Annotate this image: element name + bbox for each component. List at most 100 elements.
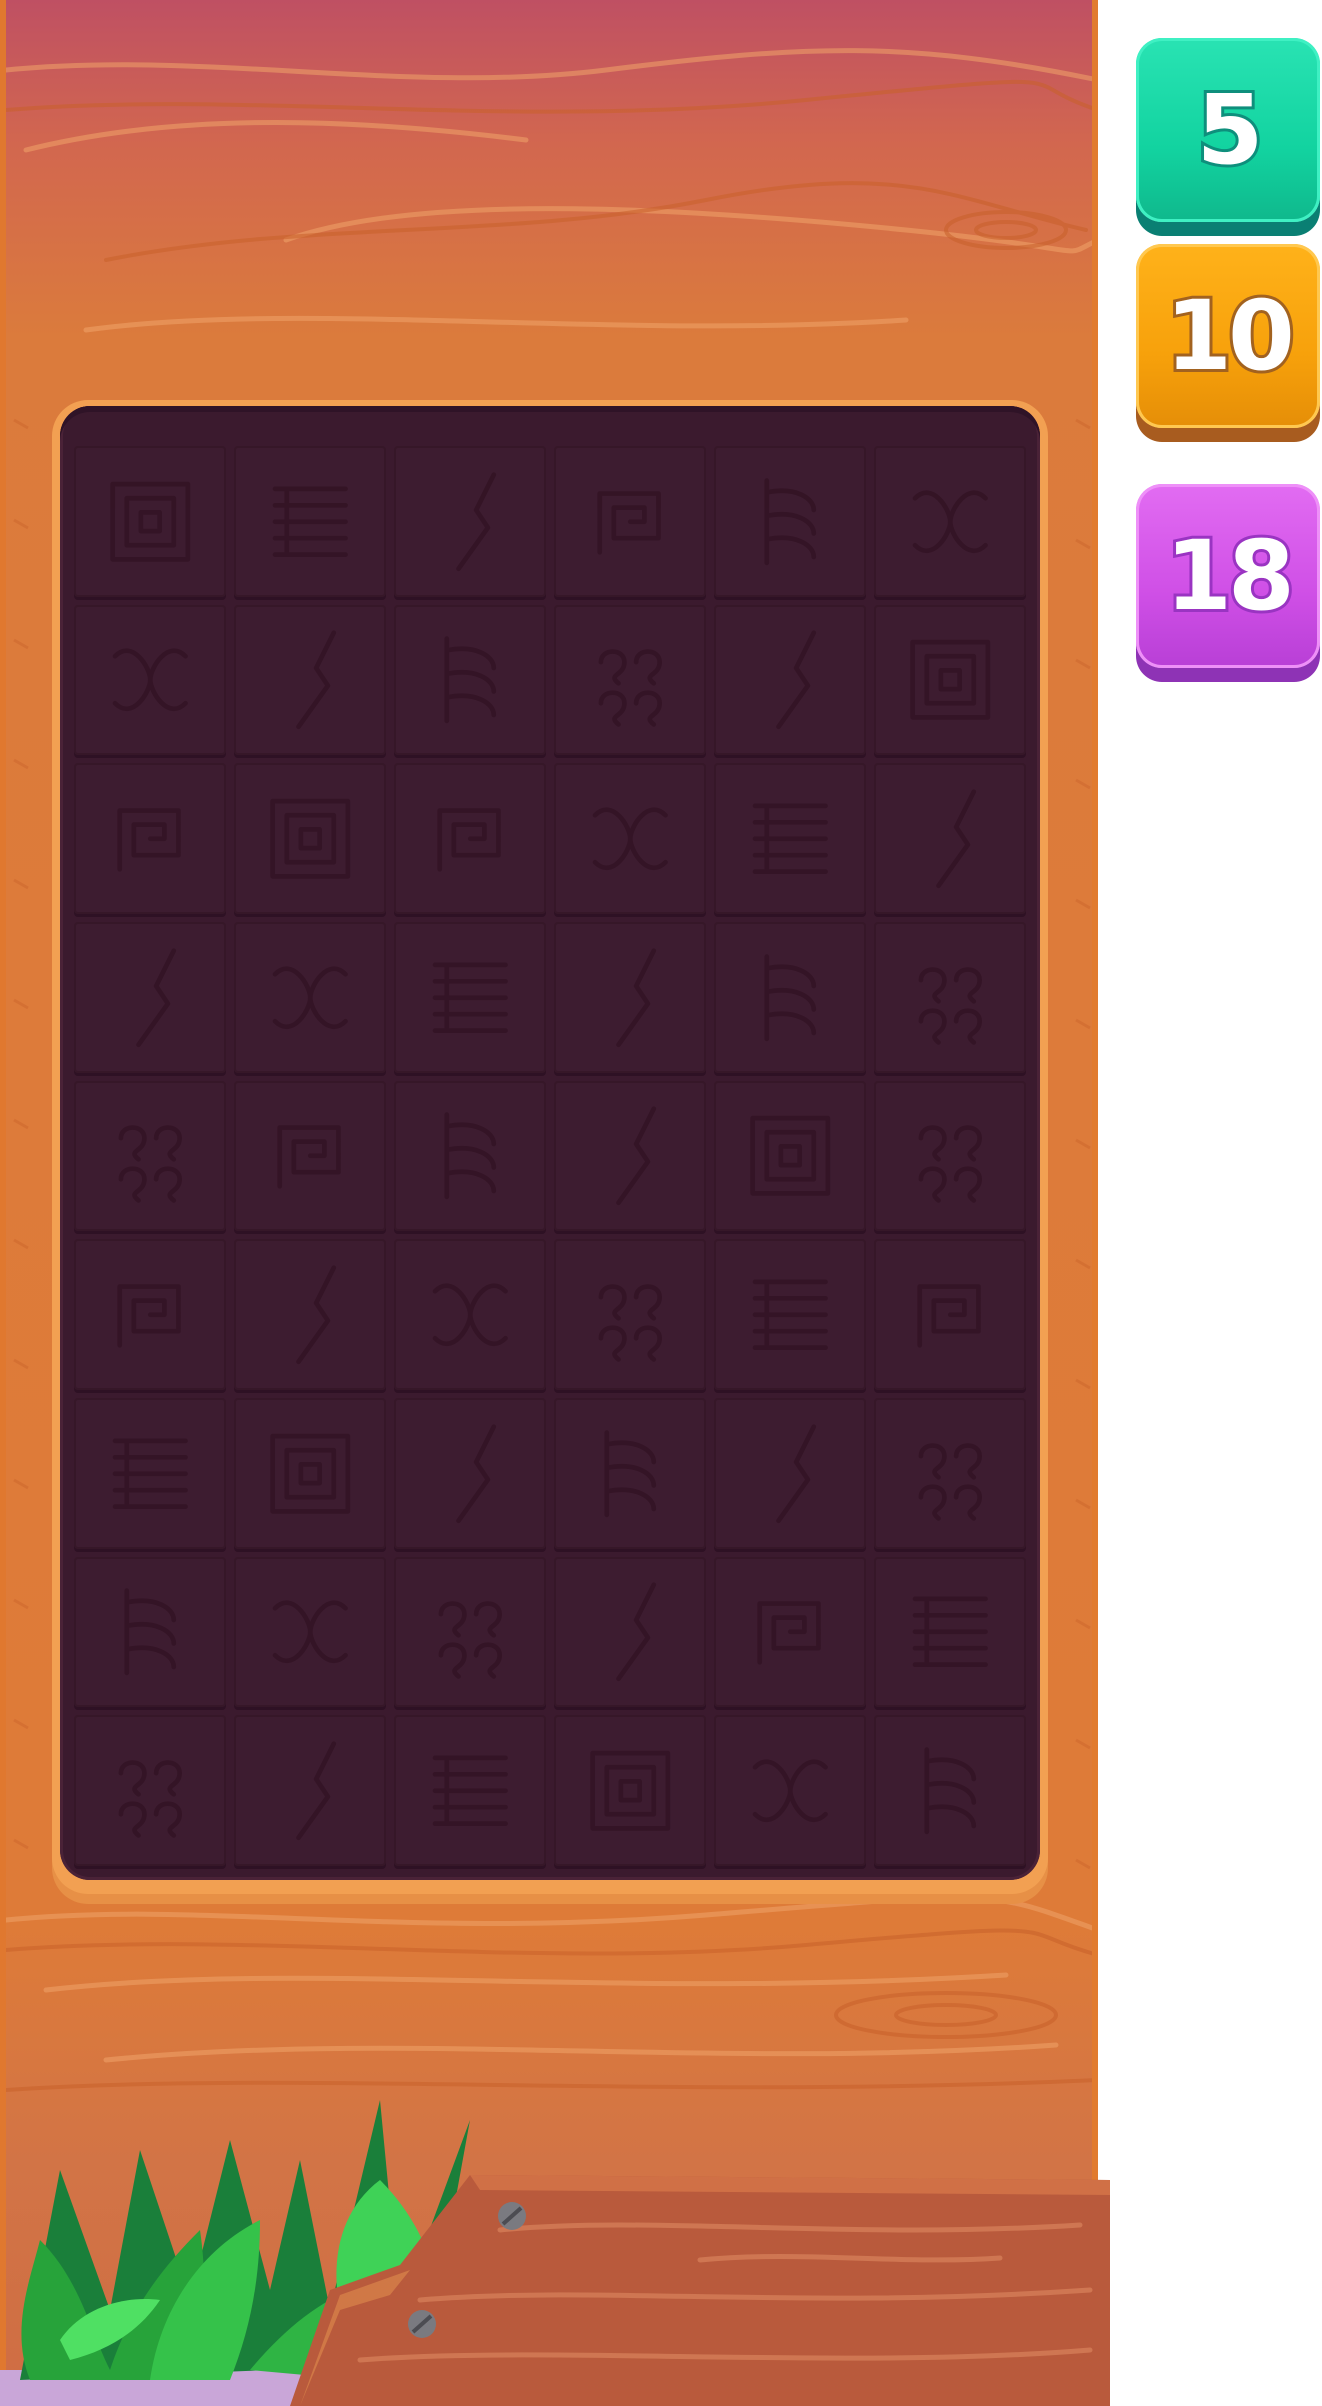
swirl-icon bbox=[918, 966, 982, 1045]
swirl-icon bbox=[598, 649, 662, 727]
knot-icon bbox=[272, 1600, 348, 1664]
knot-icon bbox=[752, 1759, 828, 1822]
crack-icon bbox=[935, 789, 976, 889]
swirl-icon bbox=[918, 1442, 982, 1521]
spiral-square-icon bbox=[590, 1750, 670, 1831]
score-button-18[interactable]: 18 bbox=[1136, 484, 1320, 668]
board-cell[interactable] bbox=[234, 1715, 386, 1866]
foreground-decor bbox=[0, 2100, 1110, 2406]
board-cell[interactable] bbox=[74, 1239, 226, 1390]
board-cell[interactable] bbox=[714, 922, 866, 1073]
score-button-10[interactable]: 10 bbox=[1136, 244, 1320, 428]
crack-icon bbox=[775, 1423, 816, 1523]
spiral-square-icon bbox=[270, 798, 350, 879]
lines-icon bbox=[432, 1755, 508, 1826]
board-cell[interactable] bbox=[714, 1080, 866, 1232]
swirl-icon bbox=[918, 1125, 982, 1203]
board-cell[interactable] bbox=[234, 763, 386, 914]
board-cell[interactable] bbox=[234, 446, 386, 597]
board-cell[interactable] bbox=[554, 763, 706, 914]
board-cell[interactable] bbox=[554, 1556, 706, 1708]
swirl-icon bbox=[598, 1284, 662, 1362]
board-cell[interactable] bbox=[554, 1080, 706, 1232]
board-cell[interactable] bbox=[74, 446, 226, 597]
board-cell[interactable] bbox=[74, 1556, 226, 1708]
board-cell[interactable] bbox=[554, 1239, 706, 1390]
board-cell[interactable] bbox=[874, 922, 1026, 1073]
spiral-square-icon bbox=[910, 640, 990, 720]
board-cell[interactable] bbox=[74, 1080, 226, 1232]
board-cell[interactable] bbox=[394, 1398, 546, 1549]
lines-icon bbox=[272, 486, 348, 557]
lines-icon bbox=[112, 1438, 188, 1509]
board-cell[interactable] bbox=[874, 1080, 1026, 1232]
knot-icon bbox=[112, 648, 188, 712]
swirl-icon bbox=[118, 1125, 182, 1203]
board-cell[interactable] bbox=[554, 922, 706, 1073]
board-cell[interactable] bbox=[74, 1715, 226, 1866]
board-cell[interactable] bbox=[234, 1398, 386, 1549]
spiral-icon bbox=[117, 1284, 181, 1348]
crack-icon bbox=[455, 471, 496, 571]
board-cell[interactable] bbox=[394, 1715, 546, 1866]
board-cell[interactable] bbox=[234, 604, 386, 756]
board-cell[interactable] bbox=[874, 763, 1026, 914]
board-cell[interactable] bbox=[74, 763, 226, 914]
spiral-icon bbox=[757, 1601, 821, 1665]
spiral-square-icon bbox=[750, 1116, 830, 1196]
board-cell[interactable] bbox=[554, 446, 706, 597]
crack-icon bbox=[615, 947, 656, 1047]
board-cell[interactable] bbox=[394, 922, 546, 1073]
spiral-icon bbox=[437, 808, 501, 872]
board-cell[interactable] bbox=[394, 1080, 546, 1232]
comb-icon bbox=[924, 1747, 976, 1835]
spiral-icon bbox=[597, 490, 661, 555]
board-cell[interactable] bbox=[234, 1239, 386, 1390]
spiral-icon bbox=[277, 1125, 341, 1189]
board-cell[interactable] bbox=[234, 1080, 386, 1232]
board-cell[interactable] bbox=[874, 1398, 1026, 1549]
board-cell[interactable] bbox=[714, 1556, 866, 1708]
comb-icon bbox=[124, 1588, 176, 1676]
board-cell[interactable] bbox=[714, 763, 866, 914]
swirl-icon bbox=[118, 1760, 182, 1838]
spiral-square-icon bbox=[270, 1433, 350, 1514]
board-cell[interactable] bbox=[714, 446, 866, 597]
knot-icon bbox=[912, 490, 988, 553]
board-cell[interactable] bbox=[874, 446, 1026, 597]
crack-icon bbox=[775, 630, 816, 730]
tile-grid bbox=[74, 446, 1026, 1866]
crack-icon bbox=[295, 630, 336, 730]
board-cell[interactable] bbox=[234, 1556, 386, 1708]
board-cell[interactable] bbox=[74, 922, 226, 1073]
lines-icon bbox=[752, 1279, 828, 1350]
board-cell[interactable] bbox=[714, 1715, 866, 1866]
board-cell[interactable] bbox=[234, 922, 386, 1073]
spiral-square-icon bbox=[110, 481, 190, 562]
score-button-5[interactable]: 5 bbox=[1136, 38, 1320, 222]
board-cell[interactable] bbox=[554, 1715, 706, 1866]
board-cell[interactable] bbox=[874, 1556, 1026, 1708]
board-cell[interactable] bbox=[714, 1398, 866, 1549]
board-cell[interactable] bbox=[74, 604, 226, 756]
spiral-icon bbox=[917, 1284, 981, 1348]
board-cell[interactable] bbox=[554, 604, 706, 756]
lines-icon bbox=[752, 803, 828, 874]
score-value-10: 10 bbox=[1162, 280, 1298, 392]
board-cell[interactable] bbox=[874, 604, 1026, 756]
board-cell[interactable] bbox=[74, 1398, 226, 1549]
comb-icon bbox=[444, 1112, 496, 1200]
board-cell[interactable] bbox=[394, 1556, 546, 1708]
knot-icon bbox=[432, 1283, 508, 1346]
board-cell[interactable] bbox=[874, 1715, 1026, 1866]
board-cell[interactable] bbox=[714, 1239, 866, 1390]
game-board bbox=[60, 406, 1040, 1880]
board-cell[interactable] bbox=[554, 1398, 706, 1549]
board-cell[interactable] bbox=[394, 604, 546, 756]
board-cell[interactable] bbox=[394, 446, 546, 597]
board-cell[interactable] bbox=[714, 604, 866, 756]
board-cell[interactable] bbox=[874, 1239, 1026, 1390]
crack-icon bbox=[295, 1741, 336, 1841]
board-cell[interactable] bbox=[394, 1239, 546, 1390]
board-cell[interactable] bbox=[394, 763, 546, 914]
